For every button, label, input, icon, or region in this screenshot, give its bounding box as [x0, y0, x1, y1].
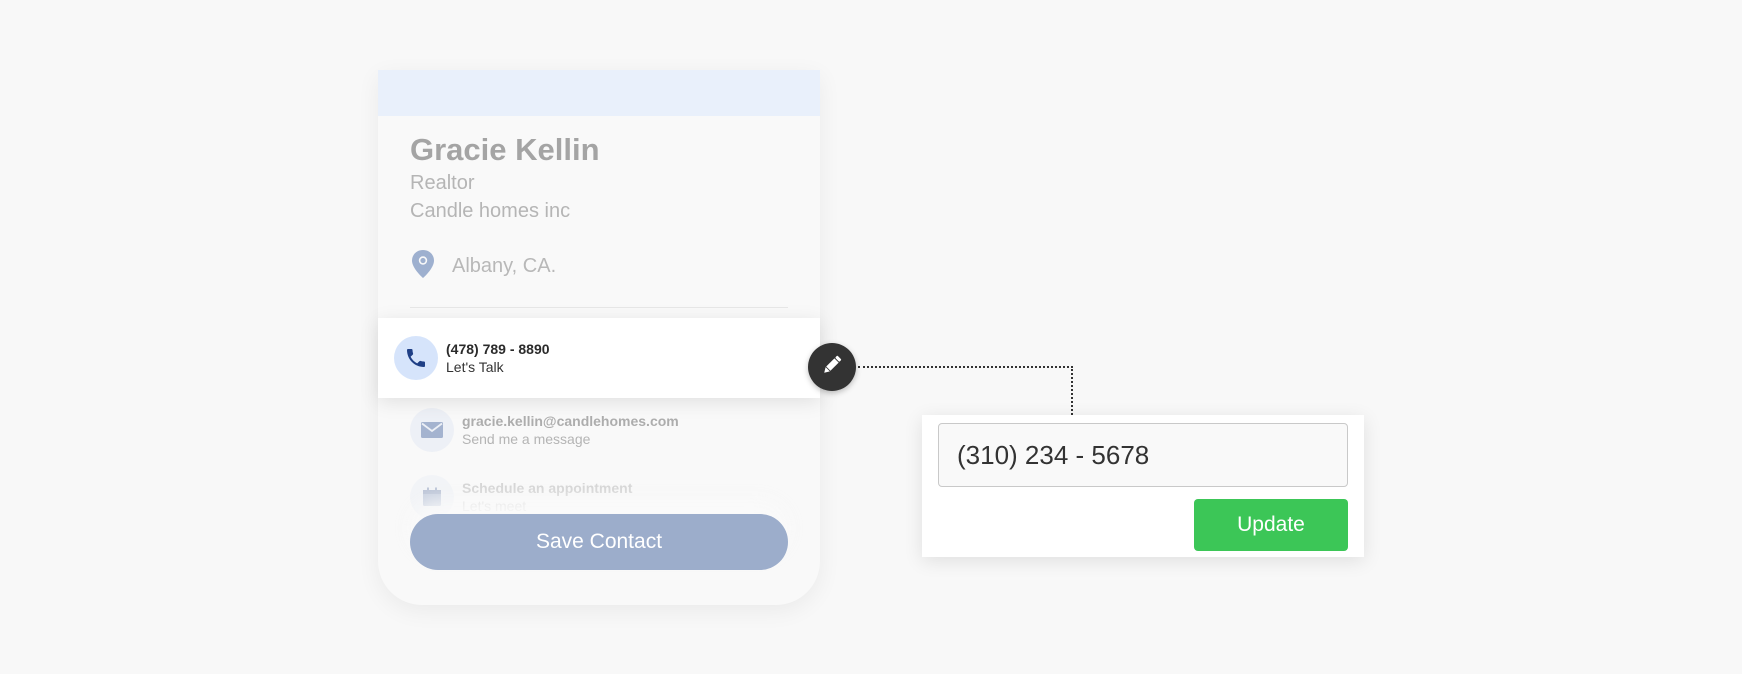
calendar-icon	[410, 475, 454, 519]
update-button[interactable]: Update	[1194, 499, 1348, 551]
edit-phone-popover: Update	[922, 415, 1364, 557]
phone-number: (478) 789 - 8890	[446, 341, 550, 357]
email-address: gracie.kellin@candlehomes.com	[462, 413, 679, 429]
contact-name: Gracie Kellin	[410, 132, 600, 167]
connector-line-horizontal	[858, 366, 1073, 368]
map-pin-icon	[410, 249, 436, 284]
envelope-icon	[410, 408, 454, 452]
edit-phone-button[interactable]	[808, 343, 856, 391]
appointment-caption: Let's meet	[462, 498, 527, 514]
contact-company: Candle homes inc	[410, 200, 571, 222]
connector-line-vertical	[1071, 366, 1073, 415]
save-contact-button[interactable]: Save Contact	[410, 514, 788, 570]
pencil-icon	[820, 353, 844, 382]
location-row: Albany, CA.	[410, 249, 557, 284]
email-caption: Send me a message	[462, 431, 591, 447]
stage: Gracie Kellin Realtor Candle homes inc A…	[0, 0, 1742, 674]
card-header-band	[378, 70, 820, 116]
location-text: Albany, CA.	[452, 254, 557, 277]
email-row[interactable]: gracie.kellin@candlehomes.com Send me a …	[410, 406, 679, 454]
divider	[410, 307, 788, 308]
appointment-label: Schedule an appointment	[462, 480, 633, 496]
contact-role: Realtor	[410, 172, 475, 194]
phone-number-input[interactable]	[938, 423, 1348, 487]
phone-caption: Let's Talk	[446, 359, 504, 375]
phone-icon	[394, 336, 438, 380]
phone-row[interactable]: (478) 789 - 8890 Let's Talk	[378, 318, 820, 398]
